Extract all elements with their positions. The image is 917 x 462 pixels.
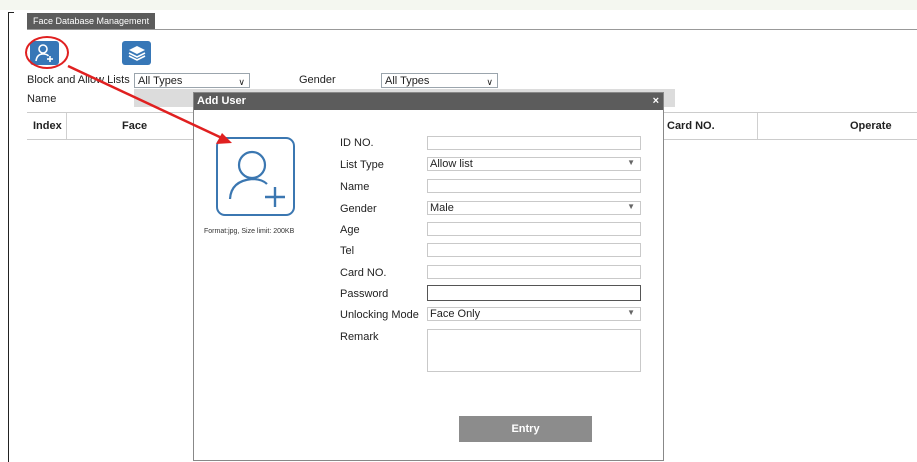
- annotation-arrow: [67, 64, 232, 144]
